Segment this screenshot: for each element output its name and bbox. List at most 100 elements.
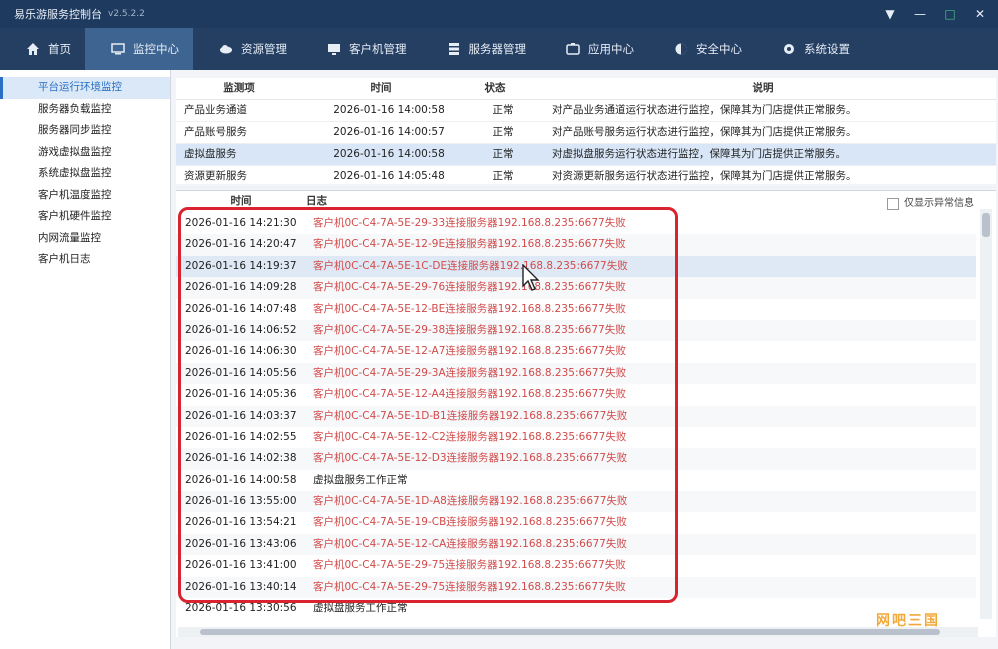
app-title: 易乐游服务控制台	[14, 8, 102, 21]
nav-item-1[interactable]: 监控中心	[85, 28, 193, 70]
log-message: 客户机0C-C4-7A-5E-1D-B1连接服务器192.168.8.235:6…	[313, 409, 628, 422]
log-col-time: 时间	[230, 195, 252, 207]
log-row[interactable]: 2026-01-16 14:07:48 客户机0C-C4-7A-5E-12-BE连…	[176, 299, 976, 320]
nav-label: 服务器管理	[468, 42, 527, 56]
log-time: 2026-01-16 14:05:36	[185, 388, 297, 401]
log-row[interactable]: 2026-01-16 13:55:00 客户机0C-C4-7A-5E-1D-A8连…	[176, 491, 976, 513]
log-time: 2026-01-16 14:00:58	[185, 473, 297, 486]
nav-label: 客户机管理	[349, 42, 407, 56]
table-cell: 正常	[492, 126, 514, 138]
log-row[interactable]: 2026-01-16 13:41:00 客户机0C-C4-7A-5E-29-75连…	[176, 555, 976, 576]
log-time: 2026-01-16 14:03:37	[185, 409, 297, 422]
log-panel: 时间 日志 仅显示异常信息 2026-01-16 14:21:30 客户机0C-C…	[176, 190, 996, 637]
log-time: 2026-01-16 13:54:21	[185, 516, 297, 529]
nav-label: 资源管理	[241, 42, 287, 56]
table-cell: 资源更新服务	[184, 170, 247, 182]
sidebar-item-0[interactable]: 平台运行环境监控	[0, 77, 170, 99]
log-row[interactable]: 2026-01-16 14:02:55 客户机0C-C4-7A-5E-12-C2连…	[176, 427, 976, 448]
log-row[interactable]: 2026-01-16 14:19:37 客户机0C-C4-7A-5E-1C-DE连…	[176, 255, 976, 278]
log-row[interactable]: 2026-01-16 13:43:06 客户机0C-C4-7A-5E-12-CA连…	[176, 533, 976, 556]
app-version: v2.5.2.2	[108, 9, 145, 19]
nav-item-0[interactable]: 首页	[0, 28, 85, 70]
table-cell: 产品业务通道	[184, 104, 247, 116]
log-time: 2026-01-16 14:20:47	[185, 238, 297, 251]
log-time: 2026-01-16 14:06:52	[185, 323, 297, 336]
log-row[interactable]: 2026-01-16 14:06:52 客户机0C-C4-7A-5E-29-38连…	[176, 319, 976, 342]
sidebar-item-6[interactable]: 客户机硬件监控	[0, 206, 170, 228]
log-row[interactable]: 2026-01-16 14:20:47 客户机0C-C4-7A-5E-12-9E连…	[176, 234, 976, 256]
nav-item-5[interactable]: 应用中心	[540, 28, 648, 70]
sidebar-item-2[interactable]: 服务器同步监控	[0, 120, 170, 142]
menu-dropdown-icon[interactable]: ▼	[880, 4, 900, 24]
col-header-item: 监测项	[223, 82, 255, 94]
scroll-thumb-h[interactable]	[200, 629, 940, 635]
log-message: 客户机0C-C4-7A-5E-1D-A8连接服务器192.168.8.235:6…	[313, 495, 628, 508]
only-errors-checkbox[interactable]: 仅显示异常信息	[887, 194, 974, 214]
close-icon[interactable]: ✕	[970, 4, 990, 24]
monitor-status-table: 监测项 时间 状态 说明 产品业务通道 2026-01-16 14:00:58 正常…	[176, 78, 996, 188]
log-row[interactable]: 2026-01-16 13:40:14 客户机0C-C4-7A-5E-29-75连…	[176, 576, 976, 599]
log-message: 客户机0C-C4-7A-5E-12-D3连接服务器192.168.8.235:6…	[313, 452, 628, 465]
log-time: 2026-01-16 14:21:30	[185, 217, 297, 229]
log-message: 虚拟盘服务工作正常	[313, 473, 408, 486]
vertical-scrollbar[interactable]	[980, 209, 992, 619]
log-time: 2026-01-16 14:07:48	[185, 302, 297, 315]
shield-icon	[674, 42, 688, 56]
minimize-icon[interactable]: —	[910, 4, 930, 24]
table-cell: 正常	[492, 148, 514, 160]
horizontal-scrollbar[interactable]	[178, 627, 978, 637]
apps-icon	[566, 42, 580, 56]
home-icon	[26, 42, 40, 56]
log-message: 客户机0C-C4-7A-5E-29-33连接服务器192.168.8.235:6…	[313, 217, 626, 229]
server-icon	[447, 42, 461, 56]
sidebar-item-7[interactable]: 内网流量监控	[0, 228, 170, 250]
table-cell: 产品账号服务	[184, 126, 247, 138]
table-row[interactable]: 产品业务通道 2026-01-16 14:00:58 正常 对产品业务通道运行状态进行…	[176, 100, 996, 122]
checkbox-box[interactable]	[887, 198, 899, 210]
log-row[interactable]: 2026-01-16 14:05:36 客户机0C-C4-7A-5E-12-A4连…	[176, 384, 976, 405]
log-row[interactable]: 2026-01-16 14:02:38 客户机0C-C4-7A-5E-12-D3连…	[176, 448, 976, 470]
nav-label: 应用中心	[588, 42, 634, 56]
log-message: 客户机0C-C4-7A-5E-29-75连接服务器192.168.8.235:6…	[313, 559, 626, 572]
log-row[interactable]: 2026-01-16 14:09:28 客户机0C-C4-7A-5E-29-76连…	[176, 277, 976, 299]
table-row[interactable]: 资源更新服务 2026-01-16 14:05:48 正常 对资源更新服务运行状态进行…	[176, 166, 996, 188]
log-time: 2026-01-16 13:55:00	[185, 495, 297, 508]
log-time: 2026-01-16 13:30:56	[185, 602, 297, 615]
sidebar-item-3[interactable]: 游戏虚拟盘监控	[0, 142, 170, 164]
nav-item-6[interactable]: 安全中心	[648, 28, 756, 70]
sidebar-item-8[interactable]: 客户机日志	[0, 249, 170, 271]
table-row[interactable]: 虚拟盘服务 2026-01-16 14:00:58 正常 对虚拟盘服务运行状态进行监控…	[176, 144, 996, 166]
log-time: 2026-01-16 13:40:14	[185, 580, 297, 593]
log-time: 2026-01-16 14:06:30	[185, 345, 297, 358]
log-time: 2026-01-16 14:02:55	[185, 430, 297, 443]
table-cell: 对虚拟盘服务运行状态进行监控，保障其为门店提供正常服务。	[552, 148, 846, 160]
log-row[interactable]: 2026-01-16 13:30:56 虚拟盘服务工作正常	[176, 598, 976, 617]
log-row[interactable]: 2026-01-16 14:21:30 客户机0C-C4-7A-5E-29-33连…	[176, 213, 976, 234]
nav-item-3[interactable]: 客户机管理	[301, 28, 421, 70]
nav-item-2[interactable]: 资源管理	[193, 28, 301, 70]
log-time: 2026-01-16 14:02:38	[185, 452, 297, 465]
log-row[interactable]: 2026-01-16 13:54:21 客户机0C-C4-7A-5E-19-CB连…	[176, 512, 976, 533]
log-message: 客户机0C-C4-7A-5E-29-38连接服务器192.168.8.235:6…	[313, 323, 626, 336]
sidebar-item-1[interactable]: 服务器负载监控	[0, 99, 170, 121]
nav-item-4[interactable]: 服务器管理	[421, 28, 541, 70]
log-message: 客户机0C-C4-7A-5E-12-C2连接服务器192.168.8.235:6…	[313, 430, 627, 443]
nav-label: 首页	[48, 42, 71, 56]
cloud-icon	[219, 42, 233, 56]
log-message: 客户机0C-C4-7A-5E-29-75连接服务器192.168.8.235:6…	[313, 580, 626, 593]
nav-item-7[interactable]: 系统设置	[756, 28, 864, 70]
monitor-icon	[111, 42, 125, 56]
sidebar: 平台运行环境监控 服务器负载监控 服务器同步监控 游戏虚拟盘监控 系统虚拟盘监控 客户机温…	[0, 70, 171, 649]
log-row[interactable]: 2026-01-16 14:06:30 客户机0C-C4-7A-5E-12-A7连…	[176, 341, 976, 362]
sidebar-item-5[interactable]: 客户机温度监控	[0, 185, 170, 207]
log-list: 2026-01-16 14:21:30 客户机0C-C4-7A-5E-29-33连…	[176, 213, 976, 617]
log-row[interactable]: 2026-01-16 14:03:37 客户机0C-C4-7A-5E-1D-B1连…	[176, 405, 976, 427]
log-message: 客户机0C-C4-7A-5E-12-CA连接服务器192.168.8.235:6…	[313, 537, 627, 550]
sidebar-item-4[interactable]: 系统虚拟盘监控	[0, 163, 170, 185]
log-row[interactable]: 2026-01-16 14:05:56 客户机0C-C4-7A-5E-29-3A连…	[176, 362, 976, 385]
log-row[interactable]: 2026-01-16 14:00:58 虚拟盘服务工作正常	[176, 470, 976, 491]
table-row[interactable]: 产品账号服务 2026-01-16 14:00:57 正常 对产品账号服务运行状态进行…	[176, 122, 996, 144]
table-cell: 2026-01-16 14:05:48	[333, 170, 445, 182]
maximize-icon[interactable]: □	[940, 4, 960, 24]
scroll-thumb[interactable]	[982, 213, 990, 237]
